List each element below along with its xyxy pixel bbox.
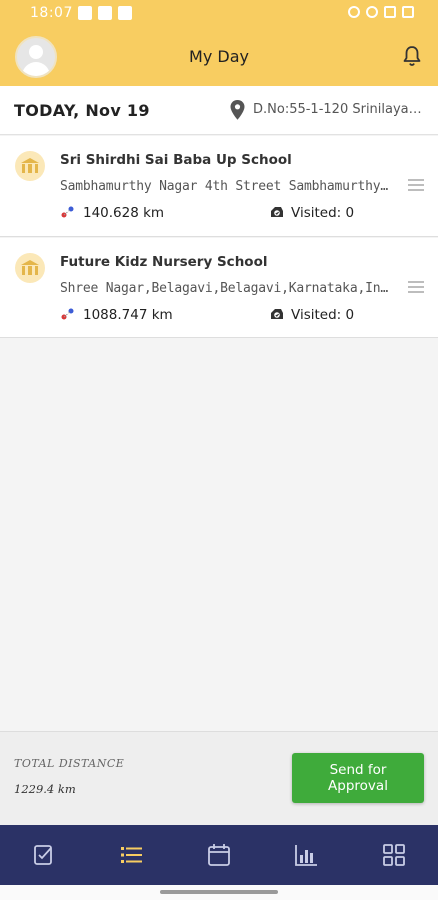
system-icons: [348, 6, 414, 18]
distance-icon: [61, 206, 74, 218]
current-location: D.No:55-1-120 Srinilayam, Vijayawada: [253, 102, 425, 117]
total-distance-footer: TOTAL DISTANCE 1229.4 km Send for Approv…: [0, 731, 438, 826]
school-card[interactable]: Future Kidz Nursery School Shree Nagar,B…: [0, 238, 438, 338]
location-pin-icon: [230, 100, 245, 120]
checklist-icon[interactable]: [31, 842, 57, 868]
total-distance-value: 1229.4 km: [14, 782, 76, 796]
calendar-icon[interactable]: [206, 842, 232, 868]
school-name: Future Kidz Nursery School: [60, 254, 268, 270]
school-icon: [15, 151, 45, 181]
gallery-icon: [118, 6, 132, 20]
send-for-approval-button[interactable]: Send for Approval: [292, 753, 424, 803]
school-address: Shree Nagar,Belagavi,Belagavi,Karnataka,…: [60, 281, 392, 296]
bell-icon[interactable]: [400, 44, 424, 68]
bottom-nav: [0, 825, 438, 885]
chart-icon[interactable]: [293, 842, 319, 868]
notification-icons: [78, 6, 132, 20]
status-time: 18:07: [30, 5, 73, 21]
school-name: Sri Shirdhi Sai Baba Up School: [60, 152, 292, 168]
grid-icon[interactable]: [381, 842, 407, 868]
drag-handle-icon[interactable]: [408, 281, 424, 295]
total-distance-label: TOTAL DISTANCE: [14, 757, 125, 770]
visited-icon: [271, 309, 283, 319]
visited-count: Visited: 0: [291, 205, 355, 221]
visited-icon: [271, 207, 283, 217]
app-bar: My Day: [0, 28, 438, 86]
list-icon[interactable]: [118, 842, 144, 868]
signal-icon: [384, 6, 396, 18]
page-title: My Day: [189, 47, 249, 66]
distance-icon: [61, 308, 74, 320]
battery-icon: [402, 6, 414, 18]
school-address: Sambhamurthy Nagar 4th Street Sambhamurt…: [60, 179, 392, 194]
school-icon: [15, 253, 45, 283]
school-card[interactable]: Sri Shirdhi Sai Baba Up School Sambhamur…: [0, 136, 438, 237]
date-bar: TODAY, Nov 19 D.No:55-1-120 Srinilayam, …: [0, 86, 438, 135]
gesture-bar: [0, 885, 438, 900]
status-bar: 18:07: [0, 0, 438, 28]
school-distance: 1088.747 km: [83, 307, 173, 323]
today-date: TODAY, Nov 19: [14, 101, 150, 120]
wifi-icon: [366, 6, 378, 18]
drag-handle-icon[interactable]: [408, 179, 424, 193]
message-icon: [98, 6, 112, 20]
school-distance: 140.628 km: [83, 205, 165, 221]
notification-icon: [78, 6, 92, 20]
alarm-icon: [348, 6, 360, 18]
visited-count: Visited: 0: [291, 307, 355, 323]
